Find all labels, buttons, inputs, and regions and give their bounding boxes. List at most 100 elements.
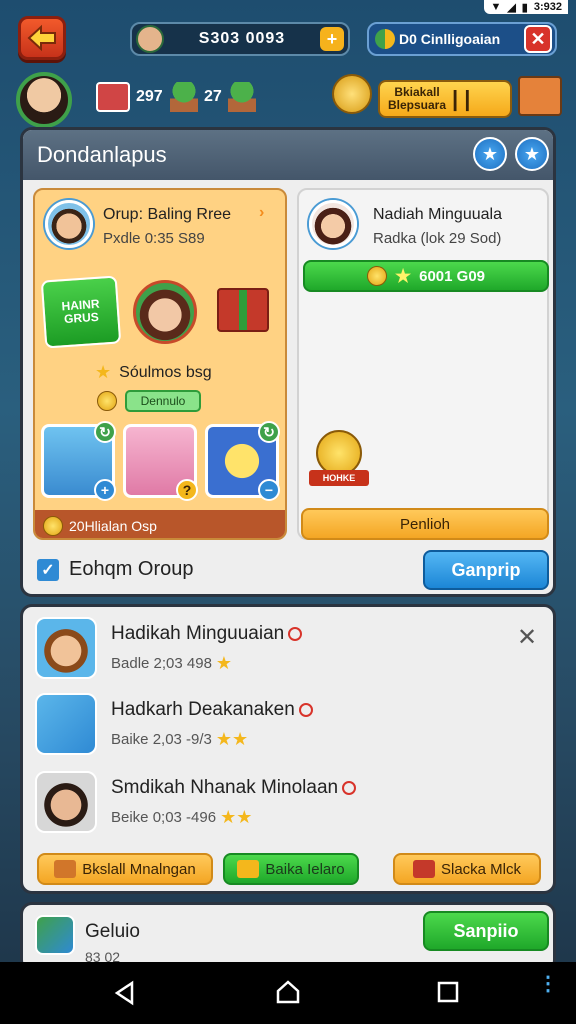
currency-pill: S303 0093 + bbox=[130, 22, 350, 56]
panel-title: Dondanlapus bbox=[37, 142, 167, 167]
tag-icon: ? bbox=[176, 479, 198, 501]
group-footer-text: 20Hlialan Osp bbox=[69, 518, 157, 534]
nav-bar: ⋮ bbox=[0, 962, 576, 1024]
member-list-panel: ✕ Hadikah Minguuaian Badle 2;03 498 ★ Had… bbox=[20, 604, 556, 894]
event-close-button[interactable]: ✕ bbox=[524, 25, 552, 53]
shop-icon[interactable] bbox=[518, 76, 562, 116]
currency-avatar bbox=[136, 25, 164, 53]
checkbox-label: Eohqm Oroup bbox=[69, 558, 194, 580]
box-icon bbox=[54, 860, 77, 878]
gold-coin-icon bbox=[332, 74, 372, 114]
medal-text: HOHKE bbox=[309, 470, 369, 486]
event-pill[interactable]: D0 Cinlligoaian ✕ bbox=[367, 22, 557, 56]
star-button[interactable]: ★ bbox=[515, 137, 549, 171]
member-avatar bbox=[133, 280, 197, 344]
refresh-icon: ↻ bbox=[94, 421, 116, 443]
group-avatar bbox=[45, 200, 93, 248]
offer-label: Bkiakall Blepsuara bbox=[388, 86, 446, 112]
reward-tile[interactable]: ? bbox=[123, 424, 198, 501]
plant-icon bbox=[170, 82, 198, 112]
group-footer: 20Hlialan Osp bbox=[35, 510, 285, 538]
member-action-button[interactable]: Penlioh bbox=[301, 508, 549, 540]
member-name: Nadiah Minguuala bbox=[373, 206, 502, 223]
list-action-button[interactable]: Slacka Mlck bbox=[393, 853, 541, 885]
reward-tile[interactable]: ↻ − bbox=[205, 421, 280, 501]
event-label: D0 Cinlligoaian bbox=[399, 31, 501, 47]
arrow-left-icon bbox=[27, 24, 56, 52]
panel-header: Dondanlapus ★ ★ bbox=[23, 130, 553, 180]
star-icon: ★★ bbox=[215, 729, 249, 749]
plant-stat[interactable]: 27 bbox=[170, 82, 256, 112]
add-currency-button[interactable]: + bbox=[320, 27, 344, 51]
star-icon: ★ bbox=[215, 653, 233, 673]
group-card[interactable]: Orup: Baling Rree › Pxdle 0:35 S89 HAINR… bbox=[33, 188, 287, 540]
list-item-avatar bbox=[35, 693, 97, 755]
alert-icon bbox=[298, 702, 313, 717]
list-item[interactable]: Hadkarh Deakanaken Baike 2,03 -9/3 ★★ bbox=[35, 693, 535, 757]
list-item-name: Hadikah Minguuaian bbox=[111, 623, 303, 645]
list-item-name: Hadkarh Deakanaken bbox=[111, 699, 313, 721]
chest-icon bbox=[412, 860, 435, 878]
refresh-icon: ↻ bbox=[258, 421, 280, 443]
offer-button[interactable]: Bkiakall Blepsuara | | bbox=[378, 80, 512, 118]
star-icon: ★ bbox=[394, 265, 412, 286]
back-nav-button[interactable] bbox=[112, 980, 138, 1011]
coin-icon bbox=[366, 266, 387, 286]
group-subtitle: Pxdle 0:35 S89 bbox=[103, 230, 205, 247]
menu-dots-icon[interactable]: ⋮ bbox=[538, 974, 558, 994]
gift-icon bbox=[217, 288, 269, 332]
offer-line-2: Blepsuara bbox=[388, 98, 447, 112]
recents-nav-button[interactable] bbox=[436, 980, 460, 1009]
alert-icon bbox=[342, 780, 357, 795]
home-icon bbox=[276, 980, 300, 1004]
group-checkbox-row[interactable]: ✓ Eohqm Oroup bbox=[37, 558, 194, 581]
minus-icon: − bbox=[258, 479, 280, 501]
plant-count: 27 bbox=[204, 88, 222, 105]
group-icon bbox=[35, 915, 75, 955]
coins-bar-text: 6001 G09 bbox=[419, 267, 486, 285]
list-action-button[interactable]: Baika Ielaro bbox=[223, 853, 359, 885]
reward-tile[interactable]: ↻ + bbox=[41, 421, 116, 501]
list-item-name: Smdikah Nhanak Minolaan bbox=[111, 777, 357, 799]
group-title: Orup: Baling Rree bbox=[103, 206, 232, 223]
ball-icon bbox=[375, 29, 395, 49]
mailbox-icon bbox=[96, 82, 130, 112]
ticket-icon bbox=[237, 860, 260, 878]
profile-avatar[interactable] bbox=[16, 72, 72, 128]
home-nav-button[interactable] bbox=[274, 978, 302, 1011]
member-card[interactable]: Nadiah Minguuala Radka (lok 29 Sod) ★ 60… bbox=[297, 188, 549, 540]
list-item[interactable]: Hadikah Minguuaian Badle 2;03 498 ★ bbox=[35, 617, 535, 681]
star-icon: ★★ bbox=[220, 807, 253, 827]
star-icon: ★ bbox=[523, 143, 541, 164]
star-icon: ★ bbox=[481, 143, 499, 164]
primary-action-button[interactable]: Ganprip bbox=[423, 550, 549, 590]
group-badge: HAINR GRUS bbox=[40, 275, 122, 349]
square-icon bbox=[437, 981, 459, 1003]
coins-bar[interactable]: ★ 6001 G09 bbox=[303, 260, 549, 292]
list-item[interactable]: Smdikah Nhanak Minolaan Beike 0;03 -496 ★… bbox=[35, 771, 535, 835]
status-bar: ▼ ◢ ▮ 3:932 bbox=[0, 0, 576, 14]
list-action-label: Baika Ielaro bbox=[265, 860, 345, 878]
star-button[interactable]: ★ bbox=[473, 137, 507, 171]
wifi-icon: ◢ bbox=[507, 1, 516, 14]
chevron-right-icon: › bbox=[259, 204, 265, 221]
list-action-button[interactable]: Bkslall Mnalngan bbox=[37, 853, 213, 885]
bottom-title: Geluio bbox=[85, 921, 140, 942]
currency-value: S303 0093 bbox=[198, 30, 286, 47]
back-button[interactable] bbox=[18, 16, 66, 60]
bottom-action-button[interactable]: Sanpiio bbox=[423, 911, 549, 951]
bars-icon: | | bbox=[452, 86, 471, 111]
list-action-label: Bkslall Mnalngan bbox=[82, 860, 196, 878]
main-panel: Dondanlapus ★ ★ Orup: Baling Rree › Pxdl… bbox=[20, 127, 556, 597]
battery-icon: ▮ bbox=[521, 1, 528, 14]
member-avatar bbox=[309, 200, 357, 248]
checkbox[interactable]: ✓ bbox=[37, 558, 59, 581]
reward-row: ★ Sóulmos bsg bbox=[95, 362, 212, 383]
signal-icon: ▼ bbox=[490, 1, 502, 13]
list-item-sub: Baike 2,03 -9/3 ★★ bbox=[111, 729, 249, 749]
mail-stat[interactable]: 297 bbox=[96, 82, 163, 112]
plant-icon bbox=[227, 82, 256, 112]
coin-icon bbox=[97, 391, 117, 411]
star-icon: ★ bbox=[95, 362, 112, 382]
group-tag: Dennulo bbox=[125, 390, 201, 412]
